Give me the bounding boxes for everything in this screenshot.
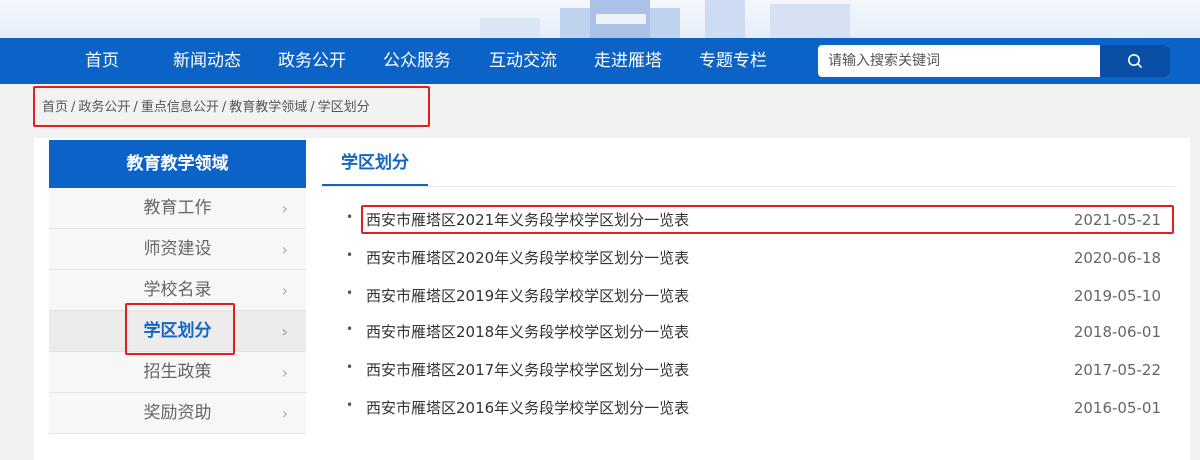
bullet-icon: • [346, 398, 354, 412]
list-item[interactable]: • 西安市雁塔区2017年义务段学校学区划分一览表 2017-05-22 [346, 358, 1161, 382]
chevron-right-icon: › [281, 281, 288, 300]
sidebar-item-label: 招生政策 [143, 362, 212, 382]
bullet-icon: • [346, 286, 354, 300]
sidebar-item-education-work[interactable]: 教育工作 › [49, 188, 306, 229]
list-item-date: 2016-05-01 [1073, 399, 1161, 417]
list-item-date: 2019-05-10 [1073, 287, 1161, 305]
banner-pagoda [705, 0, 745, 38]
chevron-right-icon: › [281, 363, 288, 382]
sidebar-item-label: 学校名录 [143, 280, 212, 300]
search-input[interactable] [818, 45, 1100, 77]
list-item-title[interactable]: 西安市雁塔区2019年义务段学校学区划分一览表 [366, 284, 689, 308]
list-item[interactable]: • 西安市雁塔区2020年义务段学校学区划分一览表 2020-06-18 [346, 246, 1161, 270]
section-title: 学区划分 [341, 153, 409, 173]
bullet-icon: • [346, 248, 354, 262]
nav-item-special-topics[interactable]: 专题专栏 [692, 38, 774, 84]
list-item-date: 2020-06-18 [1073, 249, 1161, 267]
list-item-title[interactable]: 西安市雁塔区2017年义务段学校学区划分一览表 [366, 358, 689, 382]
chevron-right-icon: › [281, 240, 288, 259]
list-item-date: 2017-05-22 [1073, 361, 1161, 379]
bullet-icon: • [346, 360, 354, 374]
bullet-icon: • [346, 322, 354, 336]
sidebar-item-label: 师资建设 [143, 239, 212, 259]
sidebar: 教育教学领域 教育工作 › 师资建设 › 学校名录 › 学区划分 › 招生政策 … [49, 140, 306, 434]
search-box [818, 45, 1170, 77]
chevron-right-icon: › [281, 199, 288, 218]
bullet-icon: • [346, 210, 354, 224]
sidebar-item-label: 奖励资助 [143, 403, 212, 423]
header-banner [0, 0, 1200, 38]
nav-item-news[interactable]: 新闻动态 [166, 38, 248, 84]
sidebar-title: 教育教学领域 [49, 140, 306, 188]
nav-item-public-service[interactable]: 公众服务 [376, 38, 458, 84]
nav-item-gov-affairs[interactable]: 政务公开 [271, 38, 353, 84]
list-item[interactable]: • 西安市雁塔区2018年义务段学校学区划分一览表 2018-06-01 [346, 320, 1161, 344]
sidebar-item-scholarships[interactable]: 奖励资助 › [49, 393, 306, 434]
highlight-box-first-item [361, 205, 1174, 234]
highlight-box-breadcrumb [33, 86, 430, 127]
list-item-date: 2018-06-01 [1073, 323, 1161, 341]
list-item[interactable]: • 西安市雁塔区2019年义务段学校学区划分一览表 2019-05-10 [346, 284, 1161, 308]
list-item[interactable]: • 西安市雁塔区2016年义务段学校学区划分一览表 2016-05-01 [346, 396, 1161, 420]
chevron-right-icon: › [281, 404, 288, 423]
nav-item-home[interactable]: 首页 [72, 38, 132, 84]
highlight-box-sidebar [125, 303, 235, 355]
banner-building [480, 18, 540, 38]
list-item-title[interactable]: 西安市雁塔区2016年义务段学校学区划分一览表 [366, 396, 689, 420]
section-divider [322, 186, 1175, 187]
nav-item-interaction[interactable]: 互动交流 [482, 38, 564, 84]
main-nav: 首页 新闻动态 政务公开 公众服务 互动交流 走进雁塔 专题专栏 [0, 38, 1200, 84]
search-button[interactable] [1100, 45, 1170, 77]
banner-sign [596, 14, 646, 24]
list-item-title[interactable]: 西安市雁塔区2020年义务段学校学区划分一览表 [366, 246, 689, 270]
chevron-right-icon: › [281, 322, 288, 341]
banner-building [770, 4, 850, 38]
sidebar-item-teachers[interactable]: 师资建设 › [49, 229, 306, 270]
list-item-title[interactable]: 西安市雁塔区2018年义务段学校学区划分一览表 [366, 320, 689, 344]
search-icon [1128, 54, 1142, 68]
sidebar-item-label: 教育工作 [143, 198, 212, 218]
sidebar-item-enrollment-policy[interactable]: 招生政策 › [49, 352, 306, 393]
nav-item-about-yanta[interactable]: 走进雁塔 [587, 38, 669, 84]
